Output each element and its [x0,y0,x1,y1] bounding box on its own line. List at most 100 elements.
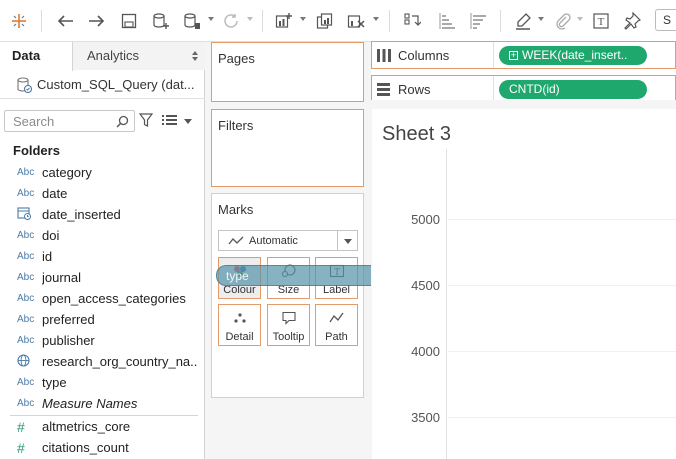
gridline [448,219,676,220]
y-tick-label: 3500 [411,410,440,425]
tab-data[interactable]: Data [0,42,73,71]
field-item[interactable]: Abc id [0,246,200,267]
dragging-field-pill[interactable]: type [216,265,383,286]
label-icon[interactable]: T [590,9,612,33]
chevron-down-icon[interactable] [247,17,253,21]
pane-tabs: Data Analytics [0,42,205,71]
mark-type-dropdown[interactable]: Automatic [218,230,358,251]
field-item[interactable]: Abc open_access_categories [0,288,200,309]
new-worksheet-icon[interactable] [273,9,295,33]
clear-sheet-icon[interactable] [345,9,367,33]
refresh-icon[interactable] [220,9,242,33]
list-view-icon[interactable] [162,114,177,126]
field-name: date_inserted [42,207,121,222]
tooltip-button[interactable]: Tooltip [267,304,310,346]
field-name: open_access_categories [42,291,186,306]
field-item[interactable]: # citations_count [0,437,200,458]
field-type-measure: # [17,418,25,435]
duplicate-sheet-icon[interactable] [314,9,336,33]
swap-icon[interactable] [401,9,423,33]
gridline [448,285,676,286]
path-button[interactable]: Path [315,304,358,346]
redo-icon[interactable] [86,9,108,33]
columns-icon [377,49,391,62]
tableau-logo-icon[interactable] [8,9,30,33]
y-axis-line [446,149,447,459]
gridline [448,351,676,352]
detail-button[interactable]: Detail [218,304,261,346]
field-item[interactable]: # altmetrics_core [0,416,200,437]
chevron-down-icon[interactable] [538,17,544,21]
pages-title: Pages [218,51,255,66]
chevron-down-icon[interactable] [577,17,583,21]
save-icon[interactable] [118,9,140,33]
chevron-down-icon[interactable] [337,231,357,250]
pin-icon[interactable] [621,9,643,33]
columns-shelf[interactable]: Columns + WEEK(date_insert.. [371,41,676,69]
calendar-icon [0,206,42,223]
cards-column: Pages Filters Marks Automatic Colour Siz… [205,42,371,459]
rows-pill[interactable]: CNTD(id) [499,80,647,99]
group-icon[interactable] [551,9,573,33]
path-label: Path [325,331,348,343]
shelf-divider [493,76,494,102]
field-name: citations_count [42,440,129,455]
field-name: publisher [42,333,95,348]
tab-analytics[interactable]: Analytics [73,42,205,70]
field-item[interactable]: Abc publisher [0,330,200,351]
line-mark-icon [228,236,244,244]
field-item[interactable]: Abc date [0,183,200,204]
sheet-title[interactable]: Sheet 3 [382,123,451,146]
field-name: category [42,165,92,180]
sort-ascending-icon[interactable] [436,9,458,33]
field-type-measure: # [17,439,25,456]
pause-updates-icon[interactable] [181,9,203,33]
chevron-down-icon[interactable] [300,17,306,21]
expand-icon[interactable]: + [509,51,518,60]
toolbar-separator [41,10,42,32]
search-icon[interactable] [116,115,129,128]
field-type-abc: Abc [17,398,35,409]
worksheet-view[interactable]: Sheet 3 5000 4500 4000 3500 [372,109,676,459]
database-icon [17,76,32,93]
undo-icon[interactable] [54,9,76,33]
toolbar-separator [500,10,501,32]
chevron-down-icon[interactable] [208,17,214,21]
field-name: altmetrics_core [42,419,131,434]
field-item[interactable]: Abc journal [0,267,200,288]
search-box[interactable] [4,110,135,132]
datasource-label: Custom_SQL_Query (dat... [37,77,195,92]
field-item[interactable]: research_org_country_na... [0,351,200,372]
field-item[interactable]: Abc preferred [0,309,200,330]
columns-label: Columns [398,48,450,63]
pages-card[interactable]: Pages [211,42,364,102]
datasource-item[interactable]: Custom_SQL_Query (dat... [0,71,205,99]
y-tick-label: 5000 [411,212,440,227]
shelf-divider [493,42,494,68]
field-item[interactable]: Abc category [0,162,200,183]
columns-pill[interactable]: + WEEK(date_insert.. [499,46,647,65]
filter-icon[interactable] [139,113,153,128]
highlight-icon[interactable] [512,9,534,33]
rows-shelf[interactable]: Rows CNTD(id) [371,75,676,103]
folders-heading: Folders [13,143,60,158]
chevron-down-icon[interactable] [184,119,192,124]
field-type-abc: Abc [17,230,35,241]
rows-pill-label: CNTD(id) [509,82,560,96]
chevron-down-icon[interactable] [373,17,379,21]
search-input[interactable] [5,111,113,131]
field-item[interactable]: date_inserted [0,204,200,225]
field-item[interactable]: Abc Measure Names [0,393,200,414]
new-datasource-icon[interactable] [150,9,172,33]
field-item[interactable]: Abc type [0,372,200,393]
tooltip-icon [268,311,309,327]
show-me-box[interactable]: S [655,9,676,31]
gridline [448,417,676,418]
filters-title: Filters [218,118,254,133]
tab-analytics-label: Analytics [87,48,140,63]
rows-label: Rows [398,82,431,97]
field-item[interactable]: Abc doi [0,225,200,246]
sort-descending-icon[interactable] [467,9,489,33]
filters-card[interactable]: Filters [211,109,364,187]
field-type-abc: Abc [17,188,35,199]
